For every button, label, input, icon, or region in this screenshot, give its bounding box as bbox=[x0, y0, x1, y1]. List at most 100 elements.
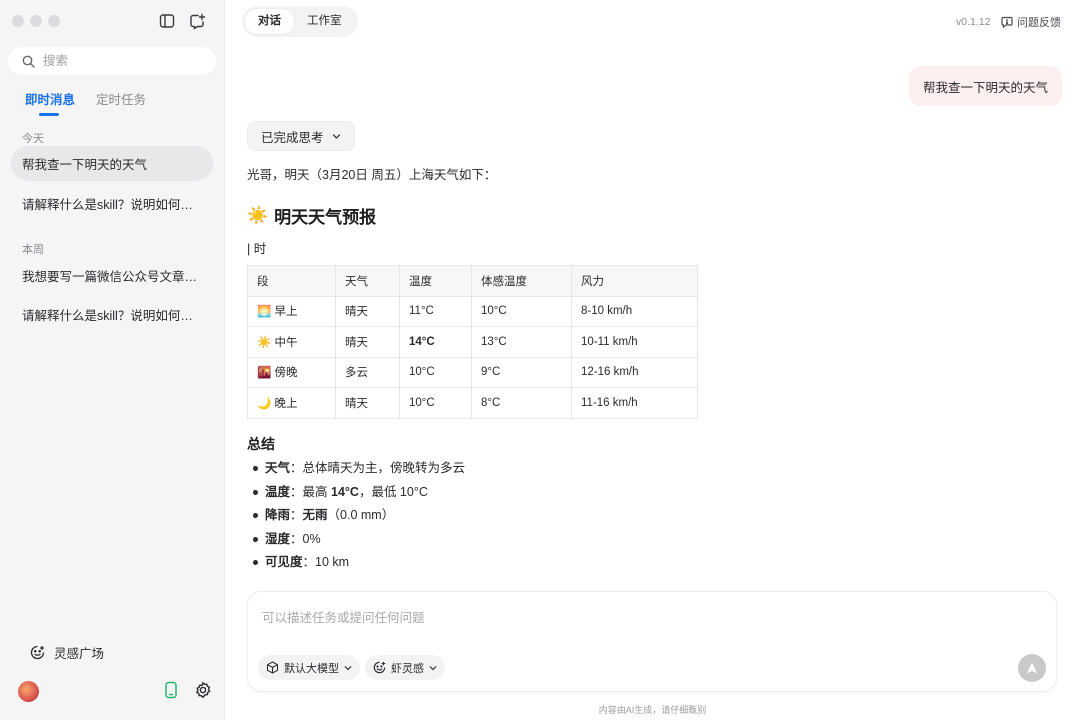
minimize-window-button[interactable] bbox=[30, 15, 42, 27]
new-chat-icon[interactable] bbox=[188, 12, 206, 30]
message-composer: 默认大模型 虾灵感 bbox=[247, 591, 1057, 692]
table-row: 🌅 早上 晴天 11°C 10°C 8-10 km/h bbox=[247, 295, 698, 327]
smile-icon bbox=[373, 661, 386, 674]
list-item: 可见度：10 km bbox=[247, 552, 465, 576]
chevron-down-icon bbox=[332, 133, 340, 139]
summary-text: ：10 km bbox=[302, 555, 350, 569]
conversation-title: 我想要写一篇微信公众号文章，帮我 bbox=[22, 270, 202, 284]
column-header: 天气 bbox=[335, 265, 400, 297]
main-panel: 对话 工作室 v0.1.12 问题反馈 帮我查一下明天的天气 已完成思考 光哥，… bbox=[225, 0, 1080, 720]
user-avatar[interactable] bbox=[18, 681, 39, 702]
list-item: 湿度：0% bbox=[247, 529, 465, 553]
conversation-title: 请解释什么是skill？说明如何安装 bbox=[22, 309, 202, 323]
forecast-heading-text: 明天天气预报 bbox=[274, 208, 377, 227]
conversation-title: 请解释什么是skill？说明如何安装 bbox=[22, 198, 202, 212]
sun-icon: ☀️ bbox=[247, 205, 269, 225]
header-tabs: 对话 工作室 bbox=[242, 6, 358, 37]
search-input[interactable] bbox=[43, 54, 193, 68]
model-selector-label: 默认大模型 bbox=[284, 662, 339, 675]
table-cell: 🌅 早上 bbox=[247, 295, 336, 327]
conversation-item[interactable]: 我想要写一篇微信公众号文章，帮我 bbox=[11, 258, 213, 293]
column-header: 体感温度 bbox=[471, 265, 572, 297]
conversation-item[interactable]: 帮我查一下明天的天气 bbox=[11, 146, 213, 181]
inspiration-plaza-link[interactable]: 灵感广场 bbox=[30, 643, 104, 662]
sidebar-toolbar bbox=[158, 12, 206, 30]
table-cell: 晴天 bbox=[335, 295, 400, 327]
user-message-bubble: 帮我查一下明天的天气 bbox=[909, 66, 1063, 106]
conversation-title: 帮我查一下明天的天气 bbox=[22, 158, 148, 172]
table-cell: 10°C bbox=[471, 295, 572, 327]
send-button[interactable] bbox=[1018, 654, 1046, 682]
search-box[interactable] bbox=[8, 47, 216, 75]
period-icon: 🌅 bbox=[257, 306, 272, 319]
table-row: ☀️ 中午 晴天 14°C 13°C 10-11 km/h bbox=[247, 326, 698, 358]
period-label: 中午 bbox=[274, 336, 298, 349]
feedback-button[interactable]: 问题反馈 bbox=[1001, 14, 1061, 30]
summary-text: ：最高 bbox=[290, 484, 331, 499]
summary-key: 天气 bbox=[265, 461, 291, 475]
window-controls bbox=[12, 15, 60, 27]
summary-text: ：总体晴天为主，傍晚转为多云 bbox=[290, 461, 466, 475]
table-cell: 8-10 km/h bbox=[571, 295, 698, 327]
table-cell: 10°C bbox=[399, 356, 472, 388]
column-header: 段 bbox=[247, 265, 336, 297]
close-window-button[interactable] bbox=[12, 15, 24, 27]
summary-highlight: 14°C bbox=[331, 484, 359, 499]
summary-key: 温度 bbox=[265, 484, 291, 499]
maximize-window-button[interactable] bbox=[48, 15, 60, 27]
model-selector[interactable]: 默认大模型 bbox=[258, 655, 360, 680]
table-cell: 9°C bbox=[471, 356, 572, 388]
group-label-this-week: 本周 bbox=[22, 244, 44, 256]
conversation-item[interactable]: 请解释什么是skill？说明如何安装 bbox=[11, 186, 213, 221]
tab-scheduled-tasks[interactable]: 定时任务 bbox=[96, 89, 146, 114]
summary-key: 可见度 bbox=[265, 555, 303, 569]
message-input[interactable] bbox=[262, 607, 1022, 637]
feedback-icon bbox=[1001, 16, 1013, 28]
settings-gear-icon[interactable] bbox=[194, 681, 212, 699]
table-cell: 多云 bbox=[335, 356, 400, 388]
table-cell: 🌙 晚上 bbox=[247, 387, 336, 419]
user-message-text: 帮我查一下明天的天气 bbox=[923, 80, 1049, 95]
weather-table: 段 天气 温度 体感温度 风力 🌅 早上 晴天 11°C 10°C 8-10 km/h ☀… bbox=[247, 265, 698, 419]
feedback-label: 问题反馈 bbox=[1017, 17, 1061, 29]
table-cell: 晴天 bbox=[335, 326, 400, 358]
ai-disclaimer: 内容由AI生成，请仔细甄别 bbox=[598, 705, 707, 715]
version-label: v0.1.12 bbox=[956, 16, 991, 28]
table-cell: 10-11 km/h bbox=[571, 326, 698, 358]
summary-text: ：0% bbox=[290, 531, 321, 546]
thinking-label: 已完成思考 bbox=[261, 130, 324, 145]
table-header-row: 段 天气 温度 体感温度 风力 bbox=[247, 265, 698, 297]
summary-list: 天气：总体晴天为主，傍晚转为多云 温度：最高 14°C，最低 10°C 降雨：无雨（… bbox=[247, 458, 465, 576]
column-header: 温度 bbox=[399, 265, 472, 297]
period-label: 早上 bbox=[274, 306, 298, 319]
phone-icon[interactable] bbox=[162, 681, 180, 699]
list-item: 降雨：无雨（0.0 mm） bbox=[247, 505, 465, 529]
conversation-item[interactable]: 请解释什么是skill？说明如何安装 bbox=[11, 297, 213, 332]
highlighted-value: 14°C bbox=[409, 335, 435, 348]
table-cell: 14°C bbox=[399, 326, 472, 358]
chevron-down-icon bbox=[429, 665, 437, 670]
table-caption-fragment: | 时 bbox=[247, 242, 267, 256]
thinking-toggle[interactable]: 已完成思考 bbox=[247, 121, 355, 151]
sidebar-bottom-tools bbox=[162, 681, 212, 699]
table-cell: 11-16 km/h bbox=[571, 387, 698, 419]
list-item: 天气：总体晴天为主，傍晚转为多云 bbox=[247, 458, 465, 482]
summary-highlight: 无雨 bbox=[302, 508, 328, 522]
toggle-sidebar-icon[interactable] bbox=[158, 12, 176, 30]
list-item: 温度：最高 14°C，最低 10°C bbox=[247, 482, 465, 506]
summary-text: ： bbox=[290, 508, 303, 522]
tab-instant-messages[interactable]: 即时消息 bbox=[25, 89, 75, 116]
tab-studio[interactable]: 工作室 bbox=[294, 9, 355, 34]
app-window: 即时消息 定时任务 今天 帮我查一下明天的天气 请解释什么是skill？说明如何… bbox=[0, 0, 1080, 720]
forecast-heading: ☀️ 明天天气预报 bbox=[247, 203, 376, 228]
tab-chat[interactable]: 对话 bbox=[245, 9, 294, 34]
inspiration-selector[interactable]: 虾灵感 bbox=[365, 655, 445, 680]
summary-text: ，最低 10°C bbox=[358, 484, 428, 499]
table-cell: 10°C bbox=[399, 387, 472, 419]
table-cell: 8°C bbox=[471, 387, 572, 419]
column-header: 风力 bbox=[571, 265, 698, 297]
summary-key: 湿度 bbox=[265, 531, 291, 546]
table-cell: 13°C bbox=[471, 326, 572, 358]
search-icon bbox=[22, 55, 35, 68]
send-arrow-icon bbox=[1027, 662, 1037, 674]
